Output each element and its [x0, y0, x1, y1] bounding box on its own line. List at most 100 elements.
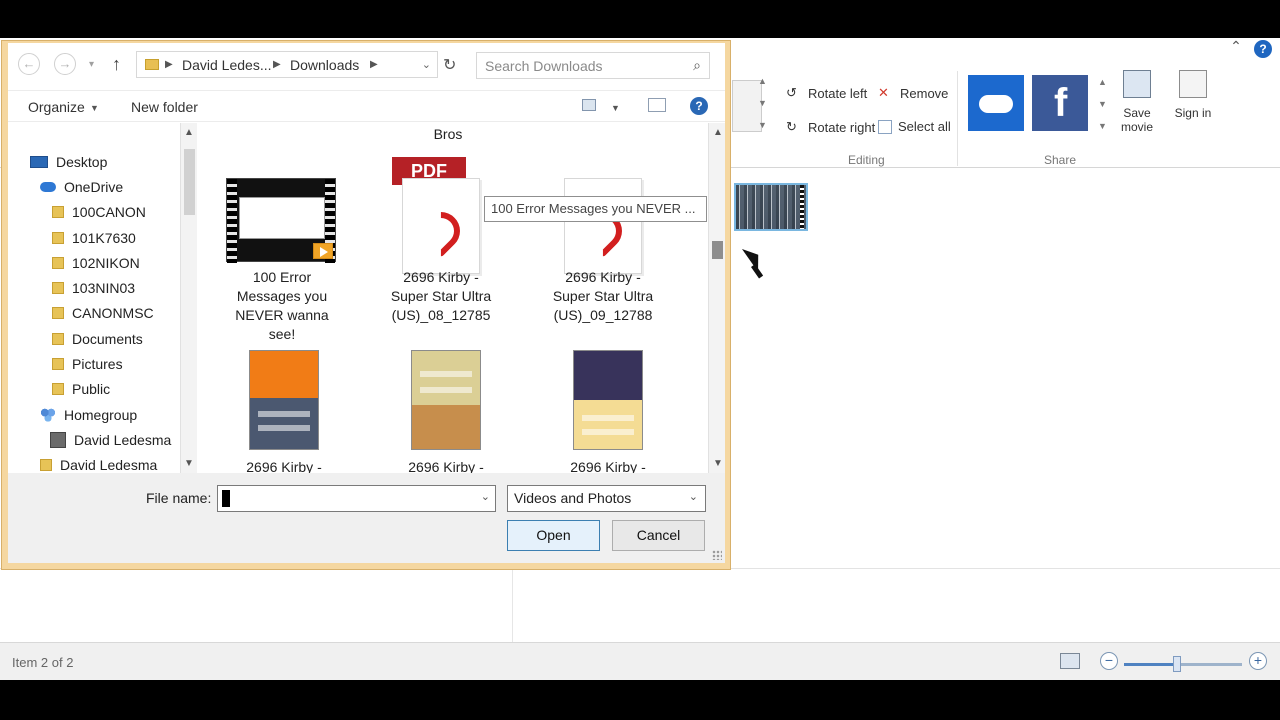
zoom-slider-fill	[1124, 663, 1178, 666]
tree-item-onedrive[interactable]: OneDrive	[40, 179, 123, 195]
refresh-button[interactable]: ↻	[443, 55, 456, 75]
status-bar: Item 2 of 2 − +	[0, 642, 1280, 680]
file-name-dropdown-icon[interactable]: ⌄	[481, 490, 490, 503]
navigation-pane: Desktop OneDrive 100CANON 101K7630 102NI…	[8, 123, 198, 553]
rotate-right-button[interactable]: ↻ Rotate right	[786, 119, 875, 135]
zoom-slider-track[interactable]	[1124, 656, 1242, 672]
tree-item-101k7630[interactable]: 101K7630	[52, 230, 136, 246]
gallery-down-arrow[interactable]: ▼	[758, 98, 767, 108]
file-list: Bros 100 Error Messages you NEVER wanna …	[198, 123, 708, 473]
dialog-toolbar: Organize ▼ New folder ▼ ?	[8, 90, 725, 122]
scroll-thumb[interactable]	[712, 241, 723, 259]
tree-item-100canon[interactable]: 100CANON	[52, 204, 146, 220]
file-type-select[interactable]: Videos and Photos ⌄	[507, 485, 706, 512]
ribbon-top-controls: ⌃ ?	[1228, 38, 1272, 58]
view-dropdown-icon[interactable]: ▼	[611, 103, 620, 113]
facebook-icon: f	[1054, 81, 1068, 125]
organize-button[interactable]: Organize	[28, 99, 85, 115]
file-label: 2696 Kirby -	[246, 459, 322, 473]
scroll-down-arrow[interactable]: ▼	[184, 458, 194, 469]
tree-item-label: Homegroup	[64, 407, 138, 423]
share-up-arrow[interactable]: ▲	[1098, 77, 1107, 87]
tree-item-homegroup[interactable]: Homegroup	[40, 407, 137, 423]
file-label: 2696 Kirby - Super Star Ultra (US)_09_12…	[552, 269, 654, 323]
user-icon	[1179, 70, 1207, 98]
onedrive-share-tile[interactable]	[968, 75, 1024, 131]
ribbon-help-icon[interactable]: ?	[1254, 40, 1272, 58]
scroll-up-arrow[interactable]: ▲	[184, 127, 194, 138]
sign-in-label: Sign in	[1174, 106, 1212, 120]
select-all-button[interactable]: Select all	[878, 119, 951, 134]
gallery-more-arrow[interactable]: ▼	[758, 120, 767, 130]
scroll-down-arrow[interactable]: ▼	[713, 458, 723, 469]
file-label: 2696 Kirby -	[570, 459, 646, 473]
tree-item-desktop[interactable]: Desktop	[30, 154, 107, 170]
tree-item-label: Desktop	[56, 154, 108, 170]
file-type-dropdown-icon: ⌄	[688, 491, 698, 503]
tree-item-102nikon[interactable]: 102NIKON	[52, 255, 140, 271]
partial-file-label: Bros	[433, 126, 463, 142]
onedrive-icon	[40, 182, 56, 192]
storyboard-icon[interactable]	[1060, 653, 1080, 669]
sign-in-button[interactable]: Sign in	[1170, 70, 1216, 160]
zoom-slider-thumb[interactable]	[1173, 656, 1182, 672]
remove-button[interactable]: ✕ Remove	[878, 85, 948, 101]
select-all-label: Select all	[898, 119, 951, 134]
breadcrumb-current[interactable]: Downloads	[290, 57, 359, 73]
share-more-arrow[interactable]: ▼	[1098, 121, 1107, 131]
tree-item-david-ledesma[interactable]: David Ledesma	[50, 432, 171, 448]
tree-item-david-ledesma-selected[interactable]: David Ledesma	[40, 457, 157, 473]
recent-locations-dropdown[interactable]: ▾	[89, 59, 94, 70]
file-list-scrollbar[interactable]: ▲ ▼	[708, 123, 725, 473]
tree-item-103nin03[interactable]: 103NIN03	[52, 280, 135, 296]
change-view-icon[interactable]	[582, 99, 596, 111]
tree-item-canonmsc[interactable]: CANONMSC	[52, 305, 154, 321]
tree-item-label: Documents	[72, 331, 143, 347]
bottom-panel	[0, 568, 1280, 642]
new-folder-button[interactable]: New folder	[131, 99, 198, 115]
save-movie-button[interactable]: Save movie	[1114, 70, 1160, 160]
facebook-share-tile[interactable]: f	[1032, 75, 1088, 131]
gallery-up-arrow[interactable]: ▲	[758, 76, 767, 86]
rotate-left-button[interactable]: ↺ Rotate left	[786, 85, 867, 101]
resize-grip[interactable]	[712, 550, 722, 560]
breadcrumb-separator-icon: ▶	[273, 59, 281, 70]
file-name-label: File name:	[146, 490, 212, 506]
file-name-input[interactable]: ⌄	[217, 485, 496, 512]
tree-item-public[interactable]: Public	[52, 381, 110, 397]
help-icon[interactable]: ?	[690, 97, 708, 115]
navigation-scrollbar[interactable]: ▲ ▼	[180, 123, 197, 473]
back-button[interactable]: ←	[18, 53, 40, 75]
file-type-value: Videos and Photos	[514, 490, 632, 506]
address-bar[interactable]: ▶ David Ledes... ▶ Downloads ▶ ⌄	[136, 51, 438, 78]
screen: ⌃ ? ▲ ▼ ▼ ↺ Rotate left ✕ Remove ↻ Rotat…	[0, 0, 1280, 720]
folder-icon	[145, 59, 159, 70]
file-label: 100 Error Messages you NEVER wanna see!	[235, 269, 329, 342]
cancel-button[interactable]: Cancel	[612, 520, 705, 551]
forward-button[interactable]: →	[54, 53, 76, 75]
zoom-out-button[interactable]: −	[1100, 652, 1118, 670]
rotate-left-icon: ↺	[786, 85, 797, 100]
folder-icon	[52, 333, 64, 345]
preview-pane-icon[interactable]	[648, 98, 666, 112]
zoom-in-button[interactable]: +	[1249, 652, 1267, 670]
scroll-up-arrow[interactable]: ▲	[713, 127, 723, 138]
tree-item-pictures[interactable]: Pictures	[52, 356, 123, 372]
up-button[interactable]: ↑	[112, 54, 121, 75]
search-input[interactable]: Search Downloads ⌕	[476, 52, 710, 79]
open-button[interactable]: Open	[507, 520, 600, 551]
breadcrumb-parent[interactable]: David Ledes...	[182, 57, 272, 73]
tree-item-documents[interactable]: Documents	[52, 331, 143, 347]
scroll-thumb[interactable]	[184, 149, 195, 215]
folder-icon	[52, 307, 64, 319]
tree-item-label: CANONMSC	[72, 305, 154, 321]
image-detail	[420, 371, 472, 377]
ribbon-collapse-icon[interactable]: ⌃	[1228, 38, 1244, 58]
address-dropdown-icon[interactable]: ⌄	[422, 58, 431, 71]
selected-video-thumbnail[interactable]	[734, 183, 808, 231]
search-icon: ⌕	[693, 57, 701, 73]
share-group-label: Share	[1044, 153, 1077, 167]
dialog-top-bar: ← → ▾ ↑ ▶ David Ledes... ▶ Downloads ▶ ⌄…	[8, 43, 725, 85]
share-down-arrow[interactable]: ▼	[1098, 99, 1107, 109]
desktop-icon	[30, 156, 48, 168]
